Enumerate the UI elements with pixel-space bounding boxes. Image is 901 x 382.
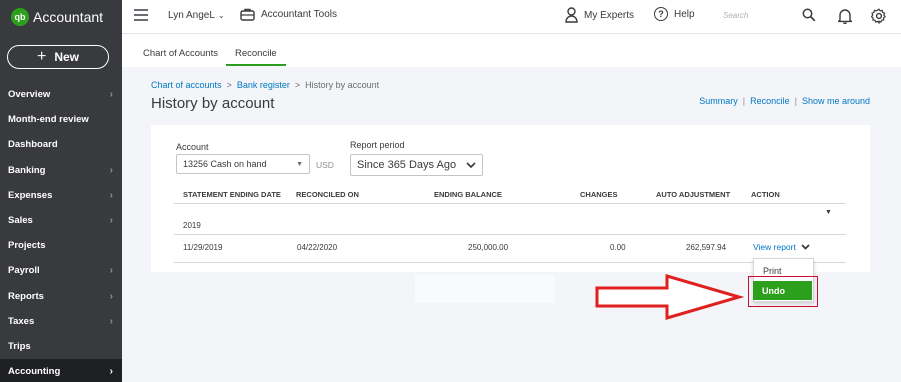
sidebar-item-sales[interactable]: Sales › xyxy=(0,208,122,233)
chevron-right-icon: › xyxy=(109,315,113,327)
statement-date-cell: 11/29/2019 xyxy=(183,243,223,252)
breadcrumb-chart-of-accounts[interactable]: Chart of accounts xyxy=(151,80,222,90)
my-experts-button[interactable]: My Experts xyxy=(565,7,634,23)
sidebar-item-banking[interactable]: Banking › xyxy=(0,158,122,183)
annotation-arrow-icon xyxy=(595,274,744,320)
view-report-link[interactable]: View report xyxy=(753,242,810,252)
tab-chart-of-accounts[interactable]: Chart of Accounts xyxy=(143,48,218,59)
chevron-right-icon: › xyxy=(109,366,113,378)
chevron-down-icon[interactable] xyxy=(801,244,810,250)
chevron-right-icon: › xyxy=(109,290,113,302)
search-icon[interactable] xyxy=(802,8,816,22)
app-logo[interactable]: qb Accountant xyxy=(11,8,103,26)
settings-gear-icon[interactable] xyxy=(871,8,887,24)
column-header-reconciled-on[interactable]: RECONCILED ON xyxy=(296,190,359,199)
column-header-changes[interactable]: CHANGES xyxy=(580,190,618,199)
chevron-right-icon: › xyxy=(109,189,113,201)
sidebar-item-dashboard[interactable]: Dashboard xyxy=(0,132,122,157)
reconciled-on-cell: 04/22/2020 xyxy=(297,243,338,252)
history-card: Account 13256 Cash on hand ▼ USD Report … xyxy=(151,125,870,272)
row-divider xyxy=(174,262,846,263)
column-header-statement-date[interactable]: STATEMENT ENDING DATE xyxy=(183,190,281,199)
account-label: Account xyxy=(176,142,209,152)
sidebar-nav: Overview › Month-end review Dashboard Ban… xyxy=(0,82,122,382)
quickbooks-logo-icon: qb xyxy=(11,8,29,26)
column-header-ending-balance[interactable]: ENDING BALANCE xyxy=(434,190,502,199)
tab-bar: Chart of Accounts Reconcile xyxy=(122,33,901,67)
sidebar-item-projects[interactable]: Projects xyxy=(0,233,122,258)
sidebar-item-payroll[interactable]: Payroll › xyxy=(0,258,122,283)
breadcrumb-bank-register[interactable]: Bank register xyxy=(237,80,290,90)
caret-down-icon: ▼ xyxy=(296,160,303,168)
header-links: Summary | Reconcile | Show me around xyxy=(699,96,870,106)
currency-label: USD xyxy=(316,160,334,170)
group-divider xyxy=(174,234,846,235)
group-year-2019: 2019 xyxy=(183,221,201,230)
company-switcher[interactable]: Lyn AngeL ⌄ xyxy=(168,10,225,21)
new-button-label: New xyxy=(54,50,80,64)
show-me-around-link[interactable]: Show me around xyxy=(802,96,870,106)
column-header-auto-adjustment[interactable]: AUTO ADJUSTMENT xyxy=(656,190,730,199)
accountant-tools-button[interactable]: Accountant Tools xyxy=(240,7,337,21)
hamburger-menu-icon[interactable] xyxy=(134,9,148,21)
new-button[interactable]: + New xyxy=(7,45,109,69)
sidebar-item-month-end-review[interactable]: Month-end review xyxy=(0,107,122,132)
expand-all-caret-icon[interactable]: ▼ xyxy=(825,209,832,216)
app-name: Accountant xyxy=(33,9,104,25)
breadcrumb-current: History by account xyxy=(305,80,380,90)
redacted-area xyxy=(415,275,555,303)
top-bar: Lyn AngeL ⌄ Accountant Tools My Experts ?… xyxy=(122,0,901,33)
sidebar-item-overview[interactable]: Overview › xyxy=(0,82,122,107)
print-menu-item[interactable]: Print xyxy=(763,266,782,276)
auto-adjustment-cell: 262,597.94 xyxy=(686,243,727,252)
person-icon xyxy=(565,7,578,23)
summary-link[interactable]: Summary xyxy=(699,96,738,106)
sidebar-item-expenses[interactable]: Expenses › xyxy=(0,183,122,208)
search-input[interactable]: Search xyxy=(723,11,748,20)
account-select[interactable]: 13256 Cash on hand ▼ xyxy=(176,154,310,174)
report-period-label: Report period xyxy=(350,140,405,150)
briefcase-icon xyxy=(240,8,255,21)
chevron-right-icon: › xyxy=(109,265,113,277)
sidebar-item-accounting[interactable]: Accounting › xyxy=(0,359,122,382)
column-header-action: ACTION xyxy=(751,190,780,199)
tab-reconcile[interactable]: Reconcile xyxy=(226,48,286,66)
header-divider xyxy=(174,203,846,204)
chevron-right-icon: › xyxy=(109,215,113,227)
changes-cell: 0.00 xyxy=(610,243,626,252)
plus-icon: + xyxy=(36,48,47,65)
sidebar-item-trips[interactable]: Trips xyxy=(0,334,122,359)
ending-balance-cell: 250,000.00 xyxy=(468,243,509,252)
sidebar-item-reports[interactable]: Reports › xyxy=(0,284,122,309)
help-button[interactable]: ? Help xyxy=(654,7,695,21)
left-sidebar: qb Accountant + New Overview › Month-end … xyxy=(0,0,122,382)
notifications-bell-icon[interactable] xyxy=(838,8,852,24)
sidebar-item-taxes[interactable]: Taxes › xyxy=(0,309,122,334)
question-mark-icon: ? xyxy=(654,7,668,21)
page-title: History by account xyxy=(151,95,275,112)
undo-menu-item[interactable]: Undo xyxy=(753,281,812,300)
chevron-right-icon: › xyxy=(109,164,113,176)
chevron-right-icon: › xyxy=(109,89,113,101)
chevron-down-icon xyxy=(466,161,476,168)
chevron-down-icon: ⌄ xyxy=(217,11,225,20)
reconcile-link[interactable]: Reconcile xyxy=(750,96,790,106)
breadcrumb: Chart of accounts > Bank register > History … xyxy=(151,80,380,90)
report-period-select[interactable]: Since 365 Days Ago xyxy=(350,154,483,176)
